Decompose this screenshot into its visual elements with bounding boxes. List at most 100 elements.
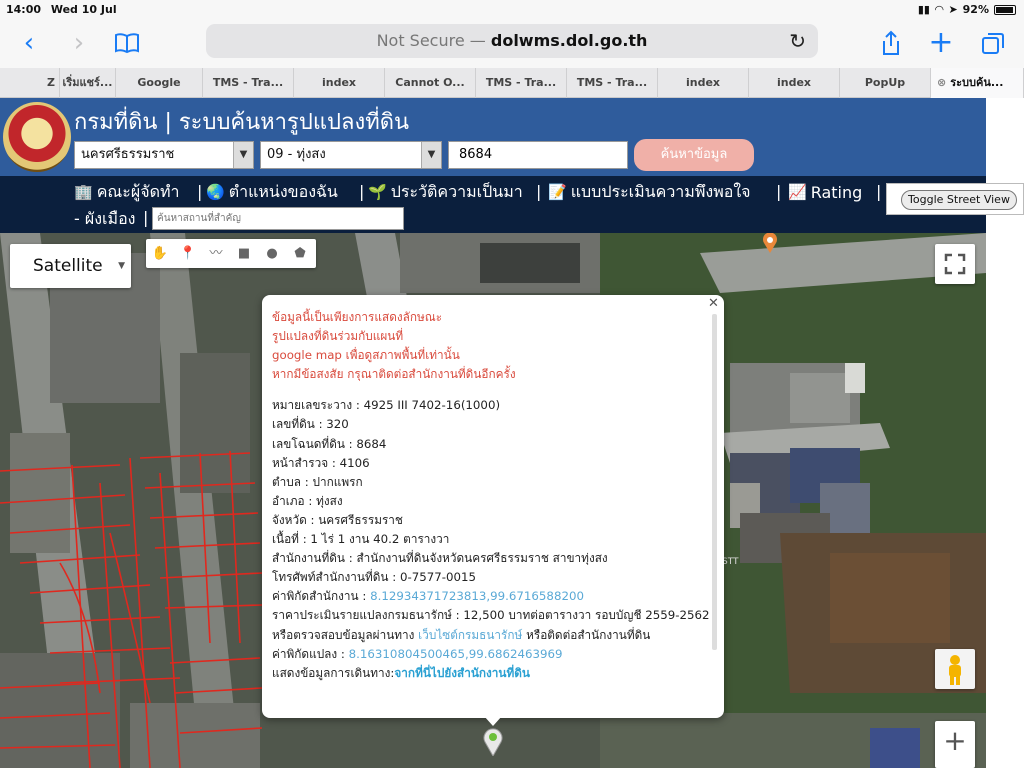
tab-close-icon[interactable]: ⊗ xyxy=(937,76,946,89)
popup-pointer xyxy=(484,716,502,726)
province-select[interactable]: นครศรีธรรมราช ▼ xyxy=(74,141,254,169)
tab-8[interactable]: index xyxy=(658,68,749,98)
road-label: STT xyxy=(722,557,739,567)
parcel-number-input[interactable]: 8684 xyxy=(448,141,628,169)
office-coordinate-link[interactable]: 8.12934371723813,99.6716588200 xyxy=(370,589,584,603)
popup-scrollbar[interactable] xyxy=(712,314,717,650)
tab-6[interactable]: TMS - Tra... xyxy=(476,68,567,98)
tab-10[interactable]: PopUp xyxy=(840,68,931,98)
parcel-coordinate-link[interactable]: 8.16310804500465,99.6862463969 xyxy=(349,647,563,661)
treasury-website-link[interactable]: เว็บไซต์กรมธนารักษ์ xyxy=(418,628,522,642)
tab-4[interactable]: index xyxy=(294,68,385,98)
location-icon: ➤ xyxy=(948,3,958,16)
chevron-down-icon: ▼ xyxy=(421,142,441,168)
toggle-street-view-button[interactable]: Toggle Street View xyxy=(901,190,1017,210)
new-tab-icon[interactable]: + xyxy=(926,28,956,58)
browser-toolbar: ‹ › Not Secure — dolwms.dol.go.th ↻ + xyxy=(0,20,1024,68)
nav-separator: | xyxy=(143,208,149,227)
back-icon[interactable]: ‹ xyxy=(14,28,44,58)
tab-3[interactable]: TMS - Tra... xyxy=(203,68,294,98)
polygon-icon[interactable]: ⬟ xyxy=(286,239,314,268)
chevron-down-icon: ▼ xyxy=(233,142,253,168)
screen: { "status_bar": { "time": "14:00", "date… xyxy=(0,0,1024,768)
search-button[interactable]: ค้นหาข้อมูล xyxy=(634,139,754,171)
nav-rating[interactable]: 📈 Rating xyxy=(788,180,862,204)
status-right: ▮▮ ◠ ➤ 92% xyxy=(918,3,1016,16)
nav-team[interactable]: 🏢 คณะผู้จัดทำ xyxy=(74,180,180,204)
wifi-icon: ◠ xyxy=(934,3,944,16)
nav-history[interactable]: 🌱 ประวัติความเป็นมา xyxy=(368,180,523,204)
district: อำเภอ : ทุ่งสง xyxy=(272,493,343,508)
treasury-check-row: หรือตรวจสอบข้อมูลผ่านทาง เว็บไซต์กรมธนาร… xyxy=(272,626,710,645)
nav-my-location-label: ตำแหน่งของฉัน xyxy=(228,181,338,201)
parcel-coordinate-row: ค่าพิกัดแปลง : 8.16310804500465,99.68624… xyxy=(272,645,710,664)
address-domain: dolwms.dol.go.th xyxy=(490,31,648,50)
poi-marker-icon[interactable] xyxy=(762,233,778,253)
area: เนื้อที่ : 1 ไร่ 1 งาน 40.2 ตารางวา xyxy=(272,532,450,547)
tab-1[interactable]: เริ่มแชร์... xyxy=(60,68,116,98)
fullscreen-icon[interactable] xyxy=(935,244,975,284)
tab-active-label: ระบบค้น... xyxy=(950,76,1004,89)
status-bar: 14:00 Wed 10 Jul ▮▮ ◠ ➤ 92% xyxy=(0,0,1024,20)
chart-icon: 📈 xyxy=(788,183,807,201)
office-coordinate-label: ค่าพิกัดสำนักงาน : xyxy=(272,589,371,604)
status-time: 14:00 xyxy=(6,3,42,16)
directions-row: แสดงข้อมูลการเดินทาง:จากที่นี่ไปยังสำนัก… xyxy=(272,664,710,683)
map-pin-icon[interactable] xyxy=(483,728,503,758)
map-sheet: หมายเลขระวาง : 4925 III 7402-16(1000) xyxy=(272,398,501,413)
signal-icon: ▮▮ xyxy=(917,3,930,16)
forward-icon[interactable]: › xyxy=(64,28,94,58)
disclaimer-line: google map เพื่อดูสภาพพื้นที่เท่านั้น xyxy=(272,348,460,363)
line-icon[interactable]: 〰 xyxy=(202,239,230,268)
reload-icon[interactable]: ↻ xyxy=(789,24,806,58)
survey-icon: 📝 xyxy=(548,183,567,201)
status-date: Wed 10 Jul xyxy=(50,3,117,16)
map-type-label: Satellite xyxy=(33,256,103,276)
tab-9[interactable]: index xyxy=(749,68,840,98)
disclaimer-line: หากมีข้อสงสัย กรุณาติดต่อสำนักงานที่ดินอ… xyxy=(272,367,516,382)
directions-link[interactable]: จากที่นี่ไปยังสำนักงานที่ดิน xyxy=(394,666,530,680)
map-type-select[interactable]: Satellite ▼ xyxy=(10,244,131,288)
nav-my-location[interactable]: 🌏 ตำแหน่งของฉัน xyxy=(206,180,338,204)
nav-separator: | xyxy=(776,182,782,201)
tab-active[interactable]: ⊗ ระบบค้น... xyxy=(931,68,1024,98)
hand-icon[interactable]: ✋ xyxy=(146,239,174,268)
status-time-date: 14:00 Wed 10 Jul xyxy=(6,3,117,16)
nav-city-plan[interactable]: - ผังเมือง xyxy=(74,207,135,231)
nav-rating-label: Rating xyxy=(810,182,863,202)
circle-icon[interactable]: ● xyxy=(258,239,286,268)
survey-page: หน้าสำรวจ : 4106 xyxy=(272,455,370,470)
place-search-input[interactable] xyxy=(152,207,404,230)
street-view-panel: Toggle Street View xyxy=(886,183,1024,215)
tab-0[interactable]: Z xyxy=(0,68,60,98)
nav-separator: | xyxy=(536,182,542,201)
tab-google[interactable]: Google xyxy=(116,68,203,98)
treasury-check-suffix: หรือติดต่อสำนักงานที่ดิน xyxy=(522,627,651,642)
globe-icon: 🌏 xyxy=(206,183,225,201)
tab-7[interactable]: TMS - Tra... xyxy=(567,68,658,98)
appraisal-price: ราคาประเมินรายแปลงกรมธนารักษ์ : 12,500 บ… xyxy=(272,608,710,623)
street-view-pegman-icon[interactable] xyxy=(935,649,975,689)
land-office: สำนักงานที่ดิน : สำนักงานที่ดินจังหวัดนค… xyxy=(272,551,608,566)
disclaimer-line: ข้อมูลนี้เป็นเพียงการแสดงลักษณะ xyxy=(272,310,443,324)
tabs-overview-icon[interactable] xyxy=(978,28,1008,58)
parcel-coordinate-label: ค่าพิกัดแปลง : xyxy=(272,646,349,661)
share-icon[interactable] xyxy=(876,28,906,58)
directions-prefix: แสดงข้อมูลการเดินทาง: xyxy=(272,665,395,680)
rectangle-icon[interactable]: ■ xyxy=(230,239,258,268)
address-prefix: Not Secure — xyxy=(376,31,486,50)
site-title: กรมที่ดิน | ระบบค้นหารูปแปลงที่ดิน xyxy=(74,110,410,135)
nav-separator: | xyxy=(359,182,365,201)
district-value: 09 - ทุ่งสง xyxy=(267,147,326,162)
district-select[interactable]: 09 - ทุ่งสง ▼ xyxy=(260,141,442,169)
bookmarks-icon[interactable] xyxy=(112,28,142,58)
nav-history-label: ประวัติความเป็นมา xyxy=(390,181,523,201)
disclaimer-line: รูปแปลงที่ดินร่วมกับแผนที่ xyxy=(272,329,404,344)
nav-separator: | xyxy=(876,182,882,201)
office-coordinate-row: ค่าพิกัดสำนักงาน : 8.12934371723813,99.6… xyxy=(272,587,710,606)
address-bar[interactable]: Not Secure — dolwms.dol.go.th ↻ xyxy=(206,24,818,58)
marker-icon[interactable]: 📍 xyxy=(174,239,202,268)
tab-5[interactable]: Cannot O... xyxy=(385,68,476,98)
zoom-in-button[interactable]: + xyxy=(935,721,975,768)
nav-survey[interactable]: 📝 แบบประเมินความพึงพอใจ xyxy=(548,180,751,204)
